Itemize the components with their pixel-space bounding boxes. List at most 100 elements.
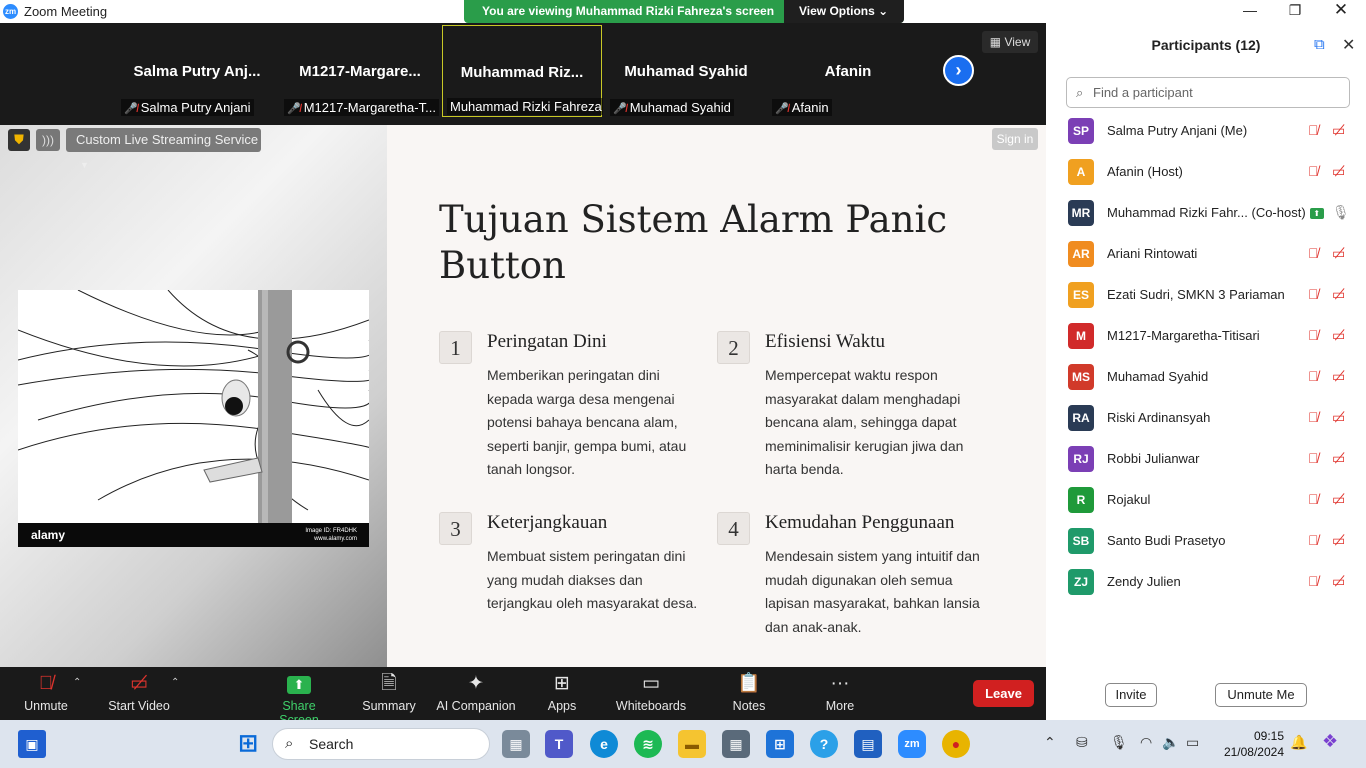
teams-icon[interactable]: T xyxy=(545,730,573,758)
volume-icon[interactable]: 🔈 xyxy=(1162,734,1179,751)
news-icon[interactable]: ▤ xyxy=(854,730,882,758)
copilot-icon[interactable]: ❖ xyxy=(1322,731,1338,752)
avatar: MR xyxy=(1068,200,1094,226)
participant-row[interactable]: M M1217-Margaretha-Titisari 🎙̸ ▭̸ xyxy=(1068,316,1358,357)
minimize-icon[interactable]: — xyxy=(1235,2,1265,20)
streaming-dropdown[interactable]: Custom Live Streaming Service ▼ xyxy=(66,128,261,170)
mic-muted-icon[interactable]: 🎙̸ xyxy=(1308,532,1319,548)
participant-row[interactable]: SB Santo Budi Prasetyo 🎙̸ ▭̸ xyxy=(1068,521,1358,562)
calculator-icon[interactable]: ▦ xyxy=(722,730,750,758)
participant-row[interactable]: R Rojakul 🎙̸ ▭̸ xyxy=(1068,480,1358,521)
mic-muted-icon[interactable]: 🎙̸ xyxy=(1308,163,1319,179)
zoom-taskbar-icon[interactable]: zm xyxy=(898,730,926,758)
participant-row[interactable]: MR Muhammad Rizki Fahr... (Co-host) ⬆ 🎙 xyxy=(1068,193,1358,234)
video-tile[interactable]: Salma Putry Anj... 🎤̸ Salma Putry Anjani xyxy=(117,25,277,117)
participants-panel: Participants (12) ⧉ ✕ ⌕ Find a participan… xyxy=(1046,23,1366,720)
windows-start-icon[interactable]: ⊞ xyxy=(234,730,262,758)
audio-options-caret[interactable]: ⌃ xyxy=(73,677,81,688)
summary-button[interactable]: 🗎 Summary xyxy=(358,667,420,720)
taskbar-search-input[interactable]: ⌕ Search xyxy=(272,728,490,760)
mic-muted-icon[interactable]: 🎙̸ xyxy=(1308,245,1319,261)
tile-label: Muhammad Rizki Fahreza xyxy=(447,98,603,115)
participant-row[interactable]: SP Salma Putry Anjani (Me) 🎙̸ ▭̸ xyxy=(1068,111,1358,152)
video-off-icon[interactable]: ▭̸ xyxy=(1332,327,1345,344)
apps-button[interactable]: ⊞ Apps xyxy=(540,667,584,720)
video-off-icon[interactable]: ▭̸ xyxy=(1332,532,1345,549)
participant-row[interactable]: AR Ariani Rintowati 🎙̸ ▭̸ xyxy=(1068,234,1358,275)
leave-button[interactable]: Leave xyxy=(973,680,1034,707)
video-tile[interactable]: Afanin 🎤̸ Afanin xyxy=(768,25,928,117)
video-off-icon[interactable]: ▭̸ xyxy=(1332,122,1345,139)
point-body: Mendesain sistem yang intuitif dan mudah… xyxy=(765,548,980,635)
participant-row[interactable]: A Afanin (Host) 🎙̸ ▭̸ xyxy=(1068,152,1358,193)
mic-muted-icon[interactable]: 🎙̸ xyxy=(1308,491,1319,507)
next-page-button[interactable]: › xyxy=(943,55,974,86)
file-explorer-icon[interactable]: ▬ xyxy=(678,730,706,758)
share-screen-button[interactable]: ⬆Share Screen xyxy=(262,667,336,727)
view-options-button[interactable]: View Options ⌄ xyxy=(784,0,904,23)
live-stream-icon[interactable]: ))) xyxy=(36,129,60,151)
edge-icon[interactable]: e xyxy=(590,730,618,758)
unmute-me-button[interactable]: Unmute Me xyxy=(1215,683,1307,707)
video-off-icon[interactable]: ▭̸ xyxy=(1332,368,1345,385)
video-tile-active-speaker[interactable]: Muhammad Riz... Muhammad Rizki Fahreza xyxy=(442,25,603,117)
mic-icon[interactable]: 🎙 xyxy=(1332,204,1350,221)
mic-muted-icon[interactable]: 🎙̸ xyxy=(1308,409,1319,425)
video-off-icon[interactable]: ▭̸ xyxy=(1332,491,1345,508)
video-off-icon[interactable]: ▭̸ xyxy=(1332,573,1345,590)
wifi-icon[interactable]: ◠ xyxy=(1140,734,1152,751)
close-panel-icon[interactable]: ✕ xyxy=(1342,35,1355,55)
video-off-icon[interactable]: ▭̸ xyxy=(1332,286,1345,303)
restore-icon[interactable]: ❐ xyxy=(1280,2,1310,20)
participant-search-input[interactable]: ⌕ Find a participant xyxy=(1066,77,1350,108)
mic-muted-icon[interactable]: 🎙̸ xyxy=(1308,573,1319,589)
video-off-icon[interactable]: ▭̸ xyxy=(1332,409,1345,426)
unmute-button[interactable]: 🎙̸ Unmute xyxy=(16,667,76,720)
store-icon[interactable]: ⊞ xyxy=(766,730,794,758)
more-button[interactable]: ··· More xyxy=(820,667,860,720)
shield-icon[interactable]: ⛊ xyxy=(8,129,30,151)
presentation-slide: Sign in Tujuan Sistem Alarm Panic Button… xyxy=(387,125,1046,667)
task-view-icon[interactable]: ▦ xyxy=(502,730,530,758)
video-off-icon[interactable]: ▭̸ xyxy=(1332,245,1345,262)
ai-companion-button[interactable]: ✦ AI Companion xyxy=(435,667,517,720)
video-tile[interactable]: M1217-Margare... 🎤̸ M1217-Margaretha-T... xyxy=(280,25,440,117)
pop-out-icon[interactable]: ⧉ xyxy=(1314,36,1325,53)
view-button[interactable]: ▦ View xyxy=(982,31,1038,53)
mic-muted-icon: 🎤̸ xyxy=(613,103,627,115)
invite-button[interactable]: Invite xyxy=(1105,683,1157,707)
video-options-caret[interactable]: ⌃ xyxy=(171,677,179,688)
help-icon[interactable]: ? xyxy=(810,730,838,758)
participant-row[interactable]: RA Riski Ardinansyah 🎙̸ ▭̸ xyxy=(1068,398,1358,439)
start-video-button[interactable]: ▭̸ Start Video xyxy=(103,667,175,720)
battery-icon[interactable]: ▭ xyxy=(1186,734,1199,751)
tile-label: 🎤̸ M1217-Margaretha-T... xyxy=(284,99,439,116)
close-icon[interactable]: ✕ xyxy=(1326,0,1356,19)
video-off-icon[interactable]: ▭̸ xyxy=(1332,163,1345,180)
participant-row[interactable]: MS Muhamad Syahid 🎙̸ ▭̸ xyxy=(1068,357,1358,398)
whiteboards-button[interactable]: ▭ Whiteboards xyxy=(614,667,688,720)
mic-muted-icon: 🎤̸ xyxy=(287,103,301,115)
mic-muted-icon[interactable]: 🎙̸ xyxy=(1308,327,1319,343)
network-off-icon[interactable]: ⛁ xyxy=(1076,734,1088,751)
participant-row[interactable]: ZJ Zendy Julien 🎙̸ ▭̸ xyxy=(1068,562,1358,603)
point-body: Mempercepat waktu respon masyarakat dala… xyxy=(765,367,964,477)
video-tile[interactable]: Muhamad Syahid 🎤̸ Muhamad Syahid xyxy=(606,25,766,117)
point-number: 1 xyxy=(439,331,472,364)
mic-muted-icon[interactable]: 🎙̸ xyxy=(1308,368,1319,384)
microphone-icon[interactable]: 🎙 xyxy=(1110,734,1128,751)
video-off-icon[interactable]: ▭̸ xyxy=(1332,450,1345,467)
mic-muted-icon[interactable]: 🎙̸ xyxy=(1308,122,1319,138)
mic-muted-icon[interactable]: 🎙̸ xyxy=(1308,450,1319,466)
participant-row[interactable]: RJ Robbi Julianwar 🎙̸ ▭̸ xyxy=(1068,439,1358,480)
spotify-icon[interactable]: ≋ xyxy=(634,730,662,758)
system-clock[interactable]: 09:15 21/08/2024 xyxy=(1222,728,1284,760)
sign-in-button[interactable]: Sign in xyxy=(992,128,1038,150)
chevron-up-icon[interactable]: ⌃ xyxy=(1044,734,1056,751)
chrome-icon[interactable]: ● xyxy=(942,730,970,758)
widgets-icon[interactable]: ▣ xyxy=(18,730,46,758)
notes-button[interactable]: 📋 Notes xyxy=(728,667,770,720)
notification-bell-icon[interactable]: 🔔 xyxy=(1290,734,1307,751)
participant-row[interactable]: ES Ezati Sudri, SMKN 3 Pariaman 🎙̸ ▭̸ xyxy=(1068,275,1358,316)
mic-muted-icon[interactable]: 🎙̸ xyxy=(1308,286,1319,302)
